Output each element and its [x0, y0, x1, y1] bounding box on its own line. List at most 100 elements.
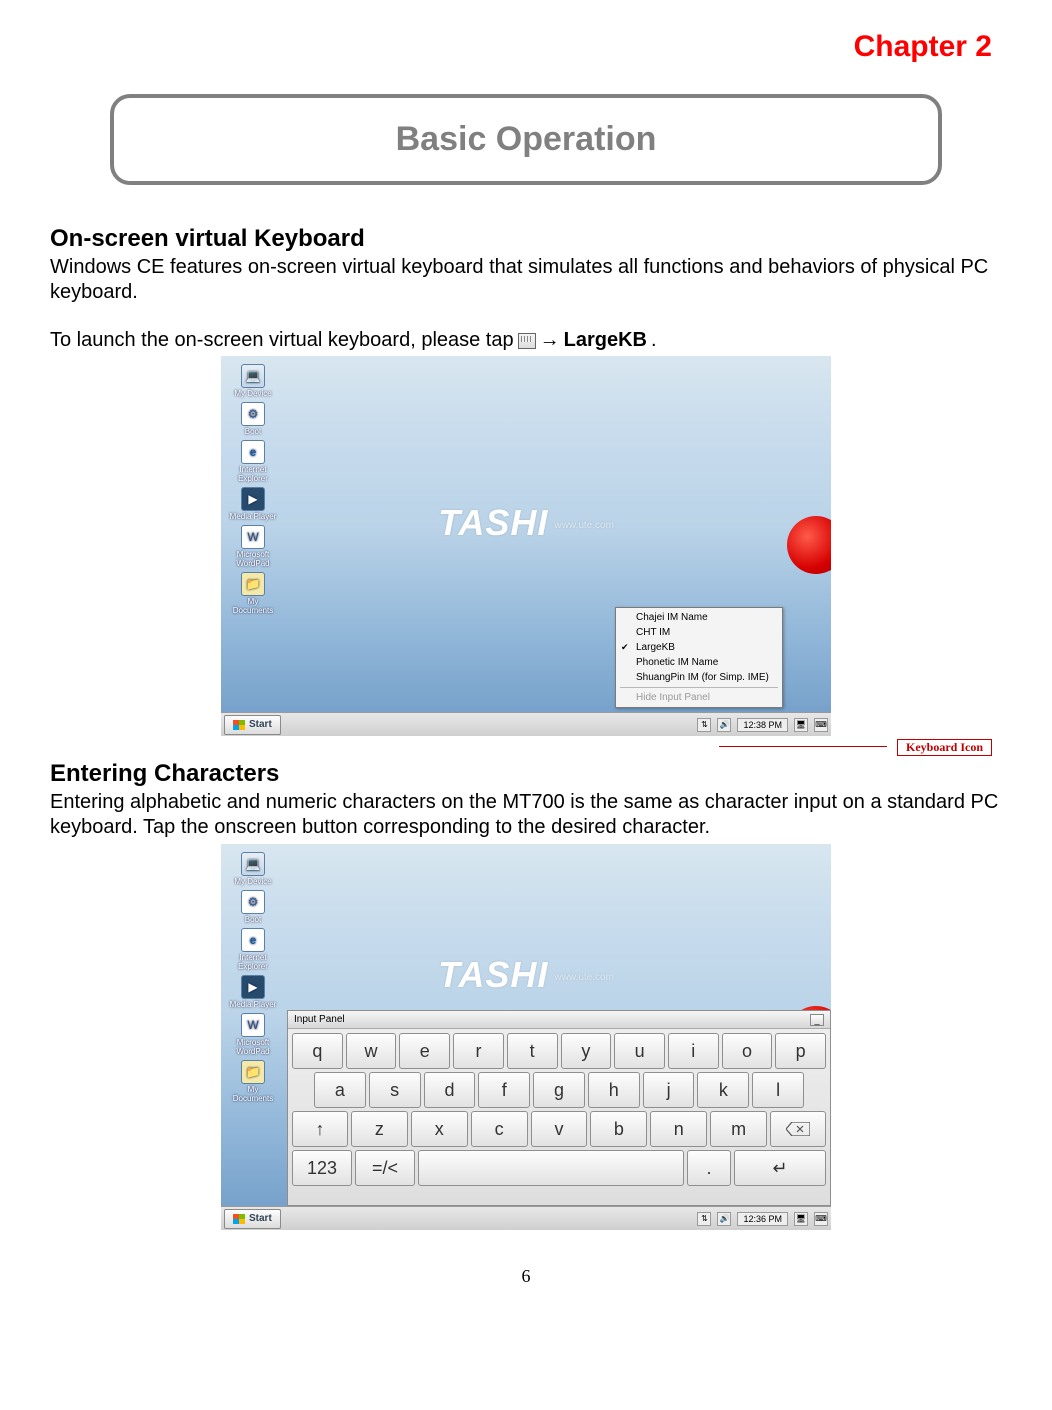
windows-flag-icon	[233, 1214, 245, 1224]
system-tray: ⇅ 🔊 12:36 PM 🖥 ⌨	[697, 1212, 831, 1226]
input-panel: Input Panel _ q w e r t y u i o p	[287, 1010, 831, 1206]
desktop-icon-my-documents[interactable]: 📁My Documents	[229, 1060, 277, 1103]
tray-desktop-icon[interactable]: 🖥	[794, 718, 808, 732]
keyboard-row-4: 123 =/< . ↵	[292, 1150, 826, 1186]
tray-vol-icon[interactable]: 🔊	[717, 1212, 731, 1226]
windows-flag-icon	[233, 720, 245, 730]
key-j[interactable]: j	[643, 1072, 695, 1108]
start-label: Start	[249, 719, 272, 730]
taskbar: Start ⇅ 🔊 12:38 PM 🖥 ⌨	[221, 712, 831, 736]
start-button[interactable]: Start	[224, 715, 281, 735]
desktop-icon-wordpad[interactable]: WMicrosoft WordPad	[229, 1013, 277, 1056]
key-s[interactable]: s	[369, 1072, 421, 1108]
desktop-icon-my-documents[interactable]: 📁My Documents	[229, 572, 277, 615]
backspace-icon	[786, 1122, 810, 1136]
system-tray: ⇅ 🔊 12:38 PM 🖥 ⌨	[697, 718, 831, 732]
brand-red-dot	[787, 516, 831, 574]
ime-menu-item-phonetic[interactable]: Phonetic IM Name	[618, 655, 780, 670]
key-123[interactable]: 123	[292, 1150, 352, 1186]
desktop-icon-label: Internet Explorer	[238, 465, 268, 483]
key-h[interactable]: h	[588, 1072, 640, 1108]
key-a[interactable]: a	[314, 1072, 366, 1108]
brand-subtext: www.ute.com	[554, 520, 613, 531]
desktop-icons: 💻My Device ⚙Boot eInternet Explorer ▶Med…	[229, 852, 277, 1103]
brand-logo: TASHI www.ute.com	[438, 502, 614, 544]
desktop-icon-wordpad[interactable]: WMicrosoft WordPad	[229, 525, 277, 568]
desktop-icon-internet-explorer[interactable]: eInternet Explorer	[229, 928, 277, 971]
key-backspace[interactable]	[770, 1111, 826, 1147]
desktop-icon-boot[interactable]: ⚙Boot	[229, 890, 277, 924]
taskbar-clock: 12:36 PM	[737, 1212, 788, 1226]
key-period[interactable]: .	[687, 1150, 731, 1186]
desktop-icon-my-device[interactable]: 💻My Device	[229, 364, 277, 398]
tray-vol-icon[interactable]: 🔊	[717, 718, 731, 732]
tray-keyboard-icon[interactable]: ⌨	[814, 1212, 828, 1226]
desktop-icon-label: Boot	[245, 427, 261, 436]
brand-text: TASHI	[438, 954, 548, 995]
key-d[interactable]: d	[424, 1072, 476, 1108]
ime-popup-menu[interactable]: Chajei IM Name CHT IM LargeKB Phonetic I…	[615, 607, 783, 708]
key-t[interactable]: t	[507, 1033, 558, 1069]
desktop-icon-media-player[interactable]: ▶Media Player	[229, 975, 277, 1009]
key-l[interactable]: l	[752, 1072, 804, 1108]
desktop-icon-label: My Device	[234, 877, 271, 886]
ime-menu-item-chajei[interactable]: Chajei IM Name	[618, 610, 780, 625]
key-q[interactable]: q	[292, 1033, 343, 1069]
key-p[interactable]: p	[775, 1033, 826, 1069]
start-button[interactable]: Start	[224, 1209, 281, 1229]
key-w[interactable]: w	[346, 1033, 397, 1069]
keyboard-icon	[518, 333, 536, 349]
key-g[interactable]: g	[533, 1072, 585, 1108]
key-x[interactable]: x	[411, 1111, 468, 1147]
desktop-icon-internet-explorer[interactable]: eInternet Explorer	[229, 440, 277, 483]
ime-menu-item-shuangpin[interactable]: ShuangPin IM (for Simp. IME)	[618, 670, 780, 685]
desktop-icon-label: My Device	[234, 389, 271, 398]
key-u[interactable]: u	[614, 1033, 665, 1069]
tray-net-icon[interactable]: ⇅	[697, 718, 711, 732]
desktop-icon-label: Internet Explorer	[238, 953, 268, 971]
start-label: Start	[249, 1213, 272, 1224]
key-z[interactable]: z	[351, 1111, 408, 1147]
input-panel-minimize[interactable]: _	[810, 1014, 824, 1026]
key-symbols[interactable]: =/<	[355, 1150, 415, 1186]
screenshot-ime-menu: TASHI www.ute.com 💻My Device ⚙Boot eInter…	[221, 356, 831, 736]
key-c[interactable]: c	[471, 1111, 528, 1147]
brand-logo: TASHI www.ute.com	[438, 954, 614, 996]
key-space[interactable]	[418, 1150, 684, 1186]
key-k[interactable]: k	[697, 1072, 749, 1108]
ime-menu-item-largekb[interactable]: LargeKB	[618, 640, 780, 655]
key-y[interactable]: y	[561, 1033, 612, 1069]
input-panel-title: Input Panel	[294, 1014, 345, 1025]
ime-menu-item-hide[interactable]: Hide Input Panel	[618, 690, 780, 705]
input-panel-titlebar: Input Panel _	[288, 1011, 830, 1029]
desktop-icon-label: Boot	[245, 915, 261, 924]
brand-text: TASHI	[438, 502, 548, 543]
key-shift[interactable]: ↑	[292, 1111, 348, 1147]
key-f[interactable]: f	[478, 1072, 530, 1108]
desktop-icon-media-player[interactable]: ▶Media Player	[229, 487, 277, 521]
brand-subtext: www.ute.com	[554, 972, 613, 983]
desktop-icon-boot[interactable]: ⚙Boot	[229, 402, 277, 436]
screenshot-input-panel: TASHIwww.ute.com 💻My Device ⚙Boot eInter…	[221, 844, 831, 1230]
desktop-icon-label: Microsoft WordPad	[236, 1038, 269, 1056]
tray-keyboard-icon[interactable]: ⌨	[814, 718, 828, 732]
key-v[interactable]: v	[531, 1111, 588, 1147]
launch-instruction: To launch the on-screen virtual keyboard…	[50, 329, 1002, 352]
key-n[interactable]: n	[650, 1111, 707, 1147]
ime-menu-item-cht[interactable]: CHT IM	[618, 625, 780, 640]
key-m[interactable]: m	[710, 1111, 767, 1147]
launch-period: .	[651, 329, 657, 352]
tray-desktop-icon[interactable]: 🖥	[794, 1212, 808, 1226]
key-o[interactable]: o	[722, 1033, 773, 1069]
key-r[interactable]: r	[453, 1033, 504, 1069]
desktop-icon-my-device[interactable]: 💻My Device	[229, 852, 277, 886]
key-i[interactable]: i	[668, 1033, 719, 1069]
tray-net-icon[interactable]: ⇅	[697, 1212, 711, 1226]
section-heading-entering-characters: Entering Characters	[50, 760, 1002, 788]
callout-label: Keyboard Icon	[897, 739, 992, 756]
key-e[interactable]: e	[399, 1033, 450, 1069]
key-b[interactable]: b	[590, 1111, 647, 1147]
desktop-icon-label: My Documents	[233, 1085, 273, 1103]
key-enter[interactable]: ↵	[734, 1150, 826, 1186]
desktop-icon-label: Media Player	[230, 512, 277, 521]
